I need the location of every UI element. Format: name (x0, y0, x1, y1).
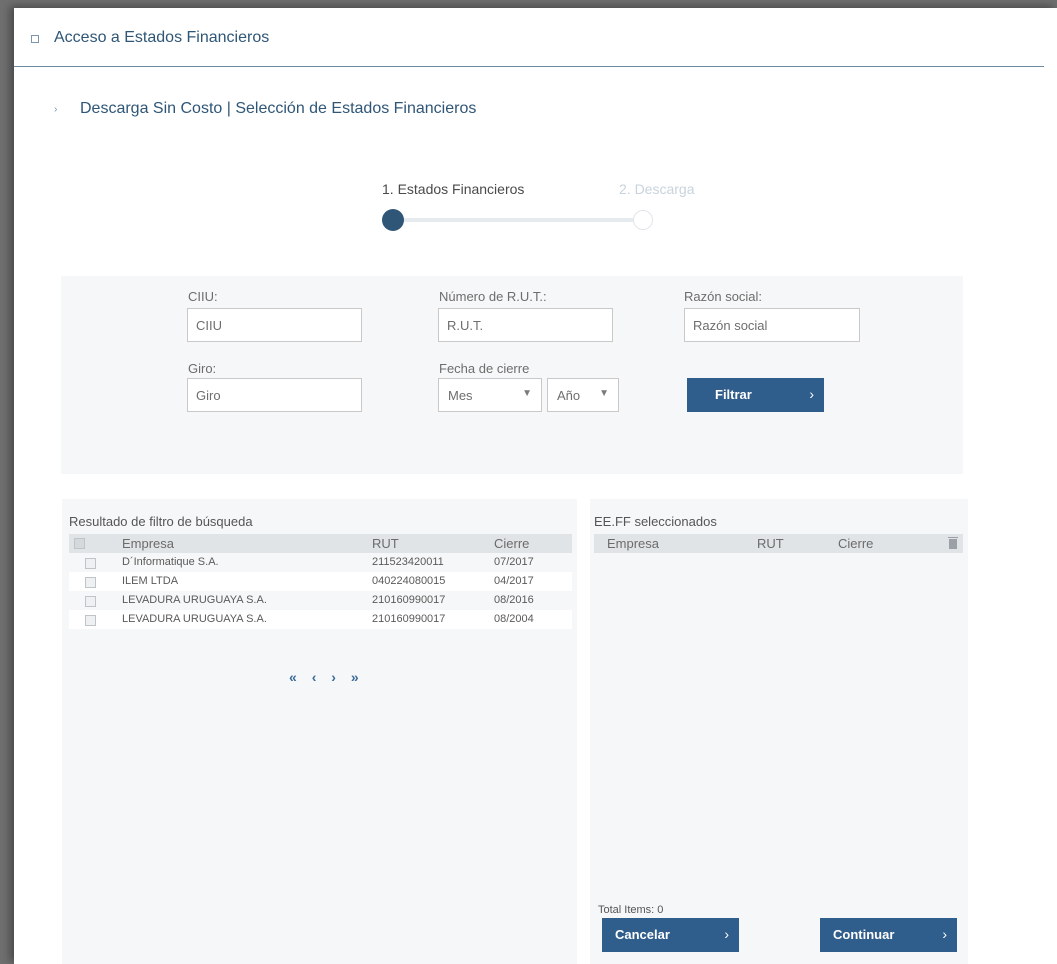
chevron-right-icon: › (724, 926, 729, 942)
dropdown-triangle-icon: ▼ (522, 388, 532, 399)
row-checkbox[interactable] (85, 558, 96, 569)
step-estados-financieros: 1. Estados Financieros (382, 181, 525, 197)
section-header: Acceso a Estados Financieros (14, 22, 1044, 67)
col-empresa: Empresa (607, 536, 660, 551)
month-select[interactable]: Mes ▼ (438, 378, 542, 412)
row-checkbox[interactable] (85, 577, 96, 588)
row-rut: 210160990017 (372, 613, 446, 625)
month-select-value: Mes (448, 388, 473, 403)
row-cierre: 08/2004 (494, 613, 534, 625)
pagination: « ‹ › » (289, 669, 369, 685)
row-rut: 211523420011 (372, 556, 444, 568)
giro-label: Giro: (188, 361, 217, 376)
year-select-value: Año (557, 388, 581, 403)
table-row[interactable]: LEVADURA URUGUAYA S.A. 210160990017 08/2… (69, 610, 572, 629)
year-select[interactable]: Año ▼ (547, 378, 619, 412)
last-page-icon[interactable]: » (351, 669, 360, 685)
caret-right-icon: › (54, 104, 58, 115)
filter-button-label: Filtrar (715, 387, 752, 402)
row-empresa: ILEM LTDA (122, 575, 179, 587)
continue-button-label: Continuar (833, 927, 895, 942)
razon-social-label: Razón social: (684, 289, 763, 304)
results-table-header: Empresa RUT Cierre (69, 534, 572, 553)
table-row[interactable]: LEVADURA URUGUAYA S.A. 210160990017 08/2… (69, 591, 572, 610)
ciiu-label: CIIU: (188, 289, 218, 304)
col-rut: RUT (372, 536, 399, 551)
prev-page-icon[interactable]: ‹ (312, 669, 318, 685)
dropdown-triangle-icon: ▼ (599, 388, 609, 399)
row-cierre: 08/2016 (494, 594, 534, 606)
stepper-next-dot (633, 210, 653, 230)
stepper-track (394, 218, 642, 222)
row-empresa: LEVADURA URUGUAYA S.A. (122, 613, 267, 625)
col-cierre: Cierre (838, 536, 874, 551)
filter-button[interactable]: Filtrar › (687, 378, 824, 412)
selected-table-header: Empresa RUT Cierre (594, 534, 963, 553)
continue-button[interactable]: Continuar › (820, 918, 957, 952)
page-content: Acceso a Estados Financieros › Descarga … (14, 8, 1057, 964)
cancel-button[interactable]: Cancelar › (602, 918, 739, 952)
next-page-icon[interactable]: › (331, 669, 337, 685)
square-bullet-icon (31, 35, 39, 43)
row-empresa: D´Informatique S.A. (122, 556, 219, 568)
table-row[interactable]: D´Informatique S.A. 211523420011 07/2017 (69, 553, 572, 572)
chevron-right-icon: › (942, 926, 947, 942)
table-row[interactable]: ILEM LTDA 040224080015 04/2017 (69, 572, 572, 591)
col-empresa: Empresa (122, 536, 175, 551)
row-cierre: 04/2017 (494, 575, 534, 587)
first-page-icon[interactable]: « (289, 669, 298, 685)
chevron-right-icon: › (809, 386, 814, 402)
rut-label: Número de R.U.T.: (439, 289, 547, 304)
row-checkbox[interactable] (85, 596, 96, 607)
total-items: Total Items: 0 (598, 904, 664, 916)
fecha-cierre-label: Fecha de cierre (439, 361, 530, 376)
trash-icon[interactable] (948, 537, 958, 549)
rut-input[interactable] (438, 308, 613, 342)
results-title: Resultado de filtro de búsqueda (69, 514, 253, 529)
section-title: Acceso a Estados Financieros (54, 29, 270, 46)
row-cierre: 07/2017 (494, 556, 534, 568)
selected-panel (590, 499, 968, 964)
step-descarga: 2. Descarga (619, 181, 695, 197)
col-cierre: Cierre (494, 536, 530, 551)
col-rut: RUT (757, 536, 784, 551)
razon-social-input[interactable] (684, 308, 860, 342)
selected-title: EE.FF seleccionados (594, 514, 717, 529)
stepper-current-dot (382, 209, 404, 231)
subsection-title: Descarga Sin Costo | Selección de Estado… (80, 100, 477, 117)
row-empresa: LEVADURA URUGUAYA S.A. (122, 594, 267, 606)
row-checkbox[interactable] (85, 615, 96, 626)
filter-panel: CIIU: Número de R.U.T.: Razón social: Gi… (61, 276, 963, 474)
giro-input[interactable] (187, 378, 362, 412)
select-all-checkbox[interactable] (74, 538, 85, 549)
cancel-button-label: Cancelar (615, 927, 670, 942)
row-rut: 040224080015 (372, 575, 446, 587)
ciiu-input[interactable] (187, 308, 362, 342)
row-rut: 210160990017 (372, 594, 446, 606)
